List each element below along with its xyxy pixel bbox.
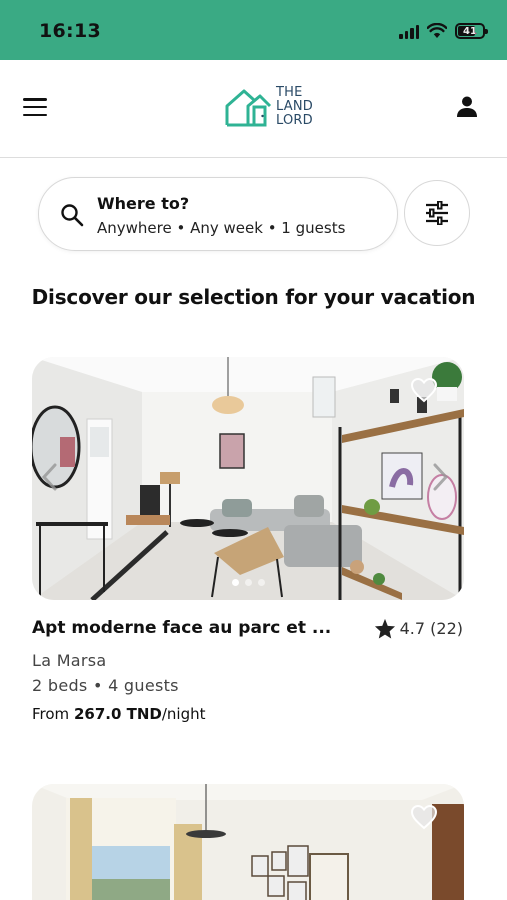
search-icon bbox=[61, 204, 84, 227]
search-title: Where to? bbox=[97, 194, 190, 213]
listing-rating: 4.7 (22) bbox=[374, 618, 463, 639]
battery-icon: 41 bbox=[455, 23, 488, 39]
hamburger-menu-icon[interactable] bbox=[22, 96, 48, 118]
listing-photo[interactable] bbox=[32, 784, 464, 900]
living-room-photo bbox=[32, 357, 464, 600]
chevron-right-icon[interactable] bbox=[430, 462, 450, 492]
listing-price: From 267.0 TND/night bbox=[32, 705, 206, 723]
logo-line-2: LAND bbox=[276, 99, 313, 114]
logo-text: THE LAND LORD bbox=[276, 86, 313, 128]
section-title: Discover our selection for your vacation bbox=[31, 285, 476, 309]
heart-icon[interactable] bbox=[410, 804, 438, 830]
logo-line-3: LORD bbox=[276, 113, 313, 128]
listing-photo[interactable] bbox=[32, 357, 464, 600]
status-bar: 16:13 41 bbox=[0, 0, 507, 60]
price-suffix: /night bbox=[161, 705, 206, 723]
app-header: THE LAND LORD bbox=[0, 60, 507, 158]
logo[interactable]: THE LAND LORD bbox=[224, 86, 313, 128]
search-subtitle: Anywhere • Any week • 1 guests bbox=[97, 219, 346, 237]
bedroom-photo bbox=[32, 784, 464, 900]
chevron-left-icon[interactable] bbox=[40, 462, 60, 492]
user-icon[interactable] bbox=[455, 94, 479, 118]
filter-button[interactable] bbox=[404, 180, 470, 246]
price-value: 267.0 TND bbox=[73, 705, 162, 723]
logo-line-1: THE bbox=[276, 85, 303, 100]
rating-value: 4.7 (22) bbox=[399, 619, 463, 638]
heart-icon[interactable] bbox=[410, 377, 438, 403]
status-time: 16:13 bbox=[39, 20, 101, 42]
status-icons: 41 bbox=[399, 20, 488, 42]
star-icon bbox=[374, 618, 395, 639]
listing-location: La Marsa bbox=[32, 651, 107, 670]
listing-title[interactable]: Apt moderne face au parc et ... bbox=[32, 618, 352, 638]
listing-details: 2 beds • 4 guests bbox=[32, 676, 179, 695]
battery-level: 41 bbox=[463, 25, 477, 37]
search-bar[interactable]: Where to? Anywhere • Any week • 1 guests bbox=[38, 177, 398, 251]
house-logo-icon bbox=[225, 89, 272, 127]
filter-sliders-icon bbox=[426, 201, 448, 225]
wifi-icon bbox=[427, 23, 447, 38]
photo-pagination-dots bbox=[32, 579, 464, 586]
signal-icon bbox=[399, 23, 419, 39]
price-prefix: From bbox=[32, 705, 70, 723]
